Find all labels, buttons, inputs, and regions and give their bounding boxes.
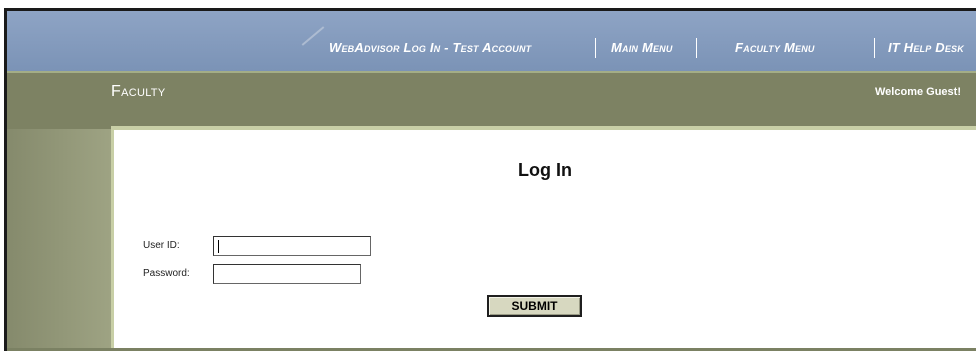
section-title: Faculty: [111, 83, 166, 100]
section-header: Faculty Welcome Guest!: [7, 73, 976, 129]
login-panel: Log In User ID: Password: SUBMIT: [111, 126, 976, 348]
password-label: Password:: [143, 268, 190, 279]
nav-separator: [874, 38, 875, 58]
user-id-field[interactable]: [213, 236, 371, 256]
left-sidebar: [7, 129, 111, 351]
nav-webadvisor-login[interactable]: WebAdvisor Log In - Test Account: [329, 40, 531, 55]
password-field[interactable]: [213, 264, 361, 284]
nav-it-help-desk[interactable]: IT Help Desk: [888, 40, 964, 55]
text-cursor: [218, 240, 219, 253]
top-navigation: WebAdvisor Log In - Test Account Main Me…: [7, 11, 976, 73]
submit-button[interactable]: SUBMIT: [487, 295, 582, 317]
user-id-label: User ID:: [143, 240, 180, 251]
nav-decoration-icon: [301, 26, 325, 46]
welcome-message: Welcome Guest!: [875, 86, 961, 98]
nav-separator: [696, 38, 697, 58]
nav-faculty-menu[interactable]: Faculty Menu: [735, 40, 815, 55]
browser-frame: WebAdvisor Log In - Test Account Main Me…: [4, 8, 976, 351]
page-title: Log In: [518, 160, 572, 180]
nav-separator: [595, 38, 596, 58]
nav-main-menu[interactable]: Main Menu: [611, 40, 673, 55]
